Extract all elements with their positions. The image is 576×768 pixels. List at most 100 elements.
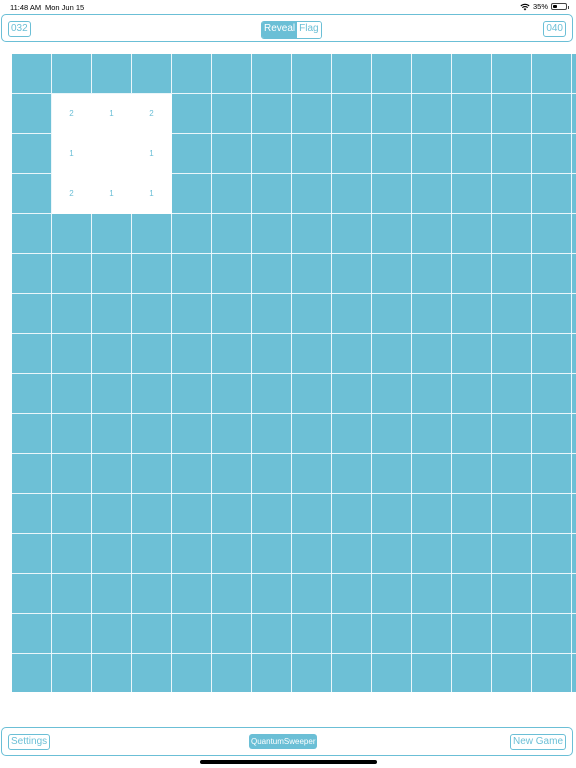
board-cell[interactable] xyxy=(532,294,572,334)
board-cell[interactable] xyxy=(172,174,212,214)
board-cell[interactable] xyxy=(412,334,452,374)
board-cell[interactable] xyxy=(132,294,172,334)
board-cell[interactable] xyxy=(132,494,172,534)
board-cell[interactable] xyxy=(212,534,252,574)
board-cell[interactable] xyxy=(12,174,52,214)
board-cell[interactable] xyxy=(252,134,292,174)
board-cell[interactable] xyxy=(532,214,572,254)
board-cell[interactable] xyxy=(292,654,332,692)
board-cell[interactable] xyxy=(372,254,412,294)
board-cell[interactable] xyxy=(52,534,92,574)
board-cell[interactable] xyxy=(292,534,332,574)
board-cell[interactable] xyxy=(492,174,532,214)
board-cell[interactable] xyxy=(492,534,532,574)
board-cell[interactable] xyxy=(532,374,572,414)
board-cell[interactable] xyxy=(292,454,332,494)
board-cell[interactable] xyxy=(92,294,132,334)
board-cell[interactable] xyxy=(452,214,492,254)
board-cell[interactable] xyxy=(572,134,576,174)
board-cell[interactable] xyxy=(332,294,372,334)
board-cell[interactable] xyxy=(132,54,172,94)
board-cell[interactable] xyxy=(12,94,52,134)
board-cell[interactable] xyxy=(132,334,172,374)
board-cell[interactable] xyxy=(292,414,332,454)
board-cell[interactable] xyxy=(92,334,132,374)
board-cell[interactable] xyxy=(252,334,292,374)
board-cell[interactable] xyxy=(452,94,492,134)
board-cell[interactable] xyxy=(572,534,576,574)
board-cell[interactable] xyxy=(372,654,412,692)
board-cell[interactable] xyxy=(292,334,332,374)
board-cell[interactable] xyxy=(172,334,212,374)
board-cell[interactable] xyxy=(532,254,572,294)
board-cell[interactable] xyxy=(412,94,452,134)
board-cell[interactable] xyxy=(132,574,172,614)
board-cell[interactable] xyxy=(452,574,492,614)
board-cell[interactable] xyxy=(372,294,412,334)
board-cell[interactable] xyxy=(412,614,452,654)
board-cell[interactable] xyxy=(412,54,452,94)
board-cell[interactable] xyxy=(332,94,372,134)
board-cell[interactable] xyxy=(252,374,292,414)
board-cell[interactable] xyxy=(492,454,532,494)
board-cell[interactable] xyxy=(172,454,212,494)
board-cell[interactable] xyxy=(332,494,372,534)
board-cell[interactable] xyxy=(572,374,576,414)
board-cell[interactable] xyxy=(452,134,492,174)
board-cell[interactable] xyxy=(12,134,52,174)
new-game-button[interactable]: New Game xyxy=(509,734,566,750)
board-cell[interactable]: 1 xyxy=(92,174,132,214)
board-cell[interactable] xyxy=(332,54,372,94)
board-cell[interactable] xyxy=(572,614,576,654)
board-cell[interactable] xyxy=(372,214,412,254)
board-cell[interactable] xyxy=(172,214,212,254)
board-cell[interactable] xyxy=(492,654,532,692)
board-cell[interactable] xyxy=(572,254,576,294)
board-cell[interactable] xyxy=(572,174,576,214)
board-cell[interactable] xyxy=(532,334,572,374)
board-cell[interactable] xyxy=(412,374,452,414)
board-cell[interactable] xyxy=(52,214,92,254)
board-cell[interactable] xyxy=(372,134,412,174)
board-cell[interactable] xyxy=(292,134,332,174)
board-cell[interactable] xyxy=(572,454,576,494)
board-cell[interactable] xyxy=(492,414,532,454)
board-cell[interactable] xyxy=(132,374,172,414)
board-cell[interactable] xyxy=(372,374,412,414)
board-cell[interactable] xyxy=(12,254,52,294)
board-cell[interactable] xyxy=(452,654,492,692)
board-cell[interactable] xyxy=(412,414,452,454)
board-cell[interactable] xyxy=(212,374,252,414)
board-cell[interactable] xyxy=(572,214,576,254)
board-cell[interactable] xyxy=(532,414,572,454)
board-cell[interactable] xyxy=(492,334,532,374)
board-cell[interactable] xyxy=(212,134,252,174)
board-cell[interactable] xyxy=(132,534,172,574)
board-cell[interactable] xyxy=(492,134,532,174)
board-cell[interactable] xyxy=(212,574,252,614)
board-cell[interactable]: 2 xyxy=(132,94,172,134)
board-cell[interactable] xyxy=(572,94,576,134)
board-cell[interactable] xyxy=(92,414,132,454)
board-cell[interactable] xyxy=(12,294,52,334)
board-cell[interactable] xyxy=(92,134,132,174)
board-cell[interactable]: 1 xyxy=(132,174,172,214)
board-cell[interactable]: 2 xyxy=(52,174,92,214)
board-cell[interactable] xyxy=(92,454,132,494)
board-cell[interactable] xyxy=(492,254,532,294)
board-cell[interactable] xyxy=(372,614,412,654)
board-cell[interactable] xyxy=(412,254,452,294)
board-cell[interactable] xyxy=(372,494,412,534)
board-cell[interactable] xyxy=(572,654,576,692)
board-cell[interactable] xyxy=(412,134,452,174)
board-cell[interactable] xyxy=(292,294,332,334)
board-cell[interactable] xyxy=(572,54,576,94)
board-cell[interactable] xyxy=(572,494,576,534)
board-cell[interactable] xyxy=(532,174,572,214)
board-cell[interactable] xyxy=(252,414,292,454)
board-cell[interactable] xyxy=(172,374,212,414)
mode-segmented-control[interactable]: Reveal Flag xyxy=(261,21,322,39)
board-cell[interactable] xyxy=(372,174,412,214)
board-cell[interactable] xyxy=(172,414,212,454)
board-cell[interactable] xyxy=(452,454,492,494)
